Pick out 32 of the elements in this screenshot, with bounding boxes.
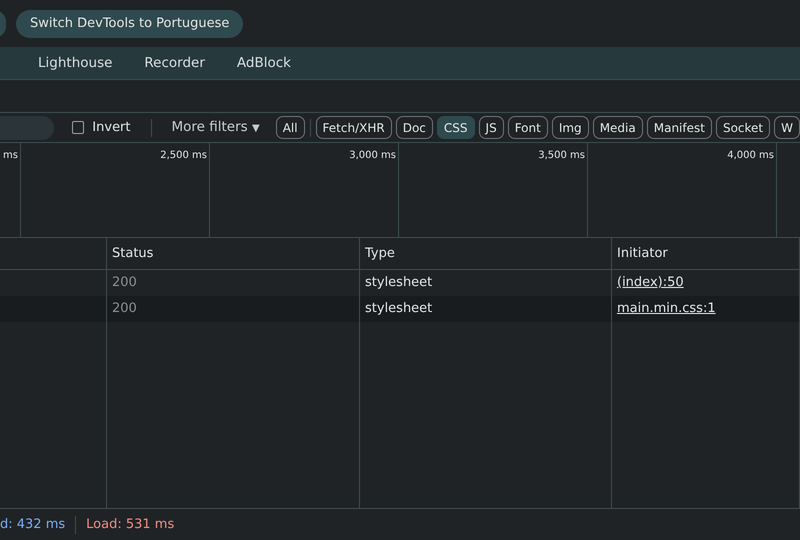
column-header: Type (360, 238, 612, 270)
resource-type-filter[interactable]: Doc (396, 116, 433, 139)
load-time: Load: 531 ms (86, 516, 174, 534)
invert-label: Invert (92, 118, 131, 137)
panel-tab[interactable]: Recorder (144, 52, 211, 74)
panel-tab[interactable]: Lighthouse (38, 52, 118, 74)
status-code: 200 (107, 296, 360, 322)
resource-type-filter[interactable]: W (774, 116, 800, 139)
resource-type-filter[interactable]: Img (552, 116, 589, 139)
timeline-tick-label: 4,000 ms (727, 150, 774, 161)
resource-type-filter[interactable]: JS (478, 116, 504, 139)
timeline-tick-label: 2,500 ms (160, 150, 207, 161)
resource-type-filter[interactable]: Fetch/XHR (316, 116, 392, 139)
timeline-tick-label: 3,500 ms (538, 150, 585, 161)
resource-type-filter[interactable]: Socket (716, 116, 770, 139)
invert-checkbox[interactable] (72, 121, 84, 134)
resource-type-filter[interactable]: CSS (436, 116, 475, 139)
resource-type-filter[interactable]: Media (592, 116, 643, 139)
switch-language-button[interactable]: Switch DevTools to Portuguese (16, 10, 244, 38)
dom-content-loaded-time: d: 432 ms (0, 516, 66, 534)
column-header: Initiator (612, 238, 800, 270)
resource-type-filter[interactable]: Font (508, 116, 548, 139)
initiator-link[interactable]: (index):50 (617, 275, 684, 290)
timeline-tick-label: ms (3, 150, 18, 161)
resource-type-filter[interactable]: All (276, 116, 305, 139)
initiator-link[interactable]: main.min.css:1 (617, 301, 716, 316)
timeline-tick-label: 3,000 ms (349, 150, 396, 161)
resource-type-filter[interactable]: Manifest (646, 116, 712, 139)
resource-type: stylesheet (360, 296, 612, 322)
more-filters-dropdown[interactable]: More filters ▼ (163, 117, 272, 138)
column-header: Status (107, 238, 360, 270)
panel-tab[interactable]: AdBlock (236, 52, 297, 74)
